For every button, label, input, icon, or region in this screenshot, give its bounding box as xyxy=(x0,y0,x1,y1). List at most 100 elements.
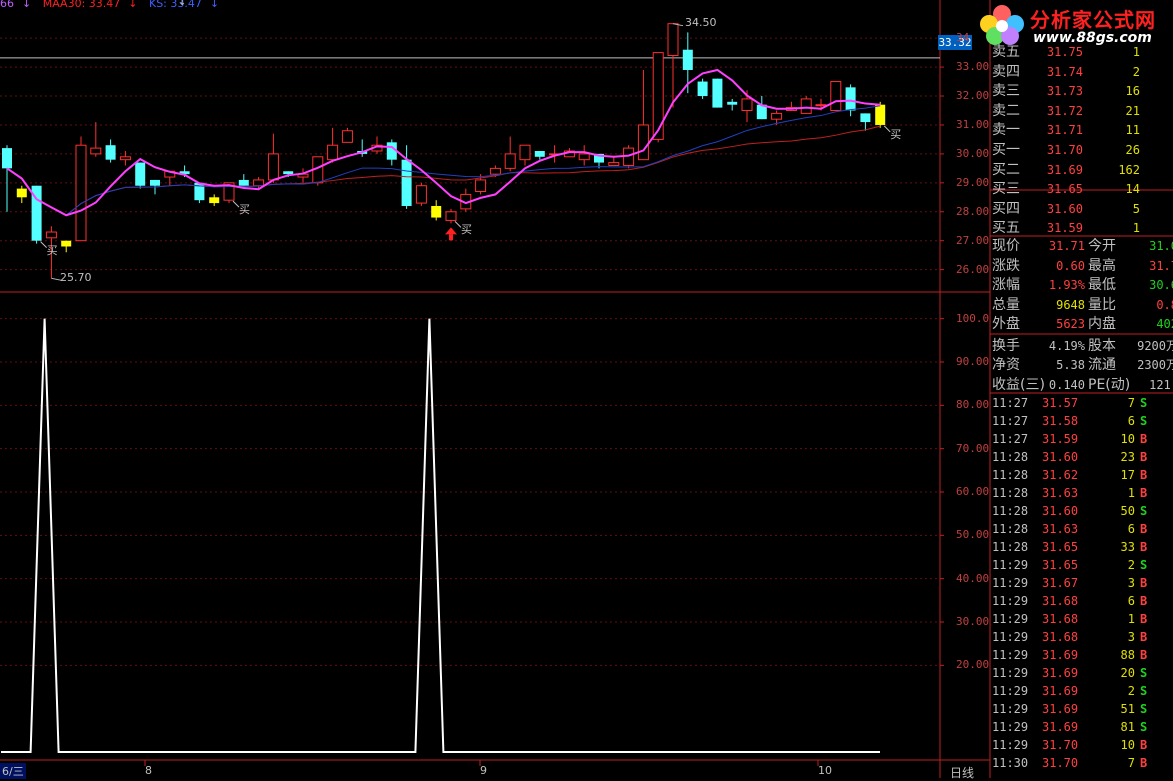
ob-label: 买三 xyxy=(992,181,1020,197)
trade-tick-row: 11:28 31.60 50 S xyxy=(990,502,1173,520)
period-daily-button[interactable]: 日线 xyxy=(950,764,974,781)
candle-body xyxy=(253,179,265,187)
trade-price: 31.65 xyxy=(1042,558,1079,572)
indicator-axis-label: 90.00 xyxy=(956,355,990,368)
ob-price: 31.73 xyxy=(1046,84,1083,98)
trade-volume: 6 xyxy=(1127,522,1135,536)
trade-time: 11:29 xyxy=(992,630,1029,644)
candle-body xyxy=(771,112,783,120)
trade-time: 11:29 xyxy=(992,720,1029,734)
legend-arrow-3: ↓ xyxy=(209,0,220,10)
buy-level-row[interactable]: 买三 31.65 14 xyxy=(990,180,1173,199)
trade-time: 11:29 xyxy=(992,648,1029,662)
sell-level-row[interactable]: 卖三 31.73 16 xyxy=(990,82,1173,101)
candle-body xyxy=(283,171,294,175)
candle-body xyxy=(415,185,427,204)
candle-body xyxy=(341,130,353,143)
buy-level-row[interactable]: 买二 31.69 162 xyxy=(990,161,1173,180)
stat-value: 2300万 xyxy=(1137,358,1173,372)
buy-signal-label: 买 xyxy=(461,223,472,237)
sell-level-row[interactable]: 卖四 31.74 2 xyxy=(990,63,1173,82)
ob-label: 买五 xyxy=(992,220,1020,236)
stat-value: 0.140 xyxy=(1048,377,1085,392)
indicator-axis-label: 40.00 xyxy=(956,571,990,585)
ma-fast-line xyxy=(6,68,881,217)
trade-price: 31.69 xyxy=(1042,684,1079,698)
candle-body xyxy=(697,81,708,97)
candle-body xyxy=(578,153,590,161)
candle-body xyxy=(652,52,664,140)
trade-tick-row: 11:28 31.63 6 B xyxy=(990,520,1173,538)
trade-time: 11:28 xyxy=(992,522,1029,536)
legend-arrow-2: ↓ xyxy=(128,0,138,10)
trade-time: 11:29 xyxy=(992,612,1029,626)
candle-body xyxy=(238,179,249,186)
trade-price: 31.69 xyxy=(1042,702,1079,716)
trade-volume: 1 xyxy=(1127,486,1135,500)
ob-label: 卖五 xyxy=(992,44,1020,60)
trade-price: 31.63 xyxy=(1042,522,1079,536)
trade-side: B xyxy=(1140,630,1148,644)
ob-volume: 21 xyxy=(1125,103,1140,118)
trade-price: 31.68 xyxy=(1042,630,1079,644)
candle-body xyxy=(401,159,412,206)
logo-title: 分析家公式网 xyxy=(1030,8,1156,32)
price-axis-label: 27.00 xyxy=(956,233,990,247)
red-arrow-icon xyxy=(445,227,457,235)
trade-tick-row: 11:30 31.70 7 B xyxy=(990,754,1173,772)
candle-body xyxy=(489,167,501,175)
trade-side: S xyxy=(1140,702,1148,716)
trade-time: 11:29 xyxy=(992,558,1029,572)
stat-label: 外盘 xyxy=(992,316,1020,332)
buy-level-row[interactable]: 买五 31.59 1 xyxy=(990,219,1173,238)
sell-level-row[interactable]: 卖一 31.71 11 xyxy=(990,121,1173,140)
trade-side: B xyxy=(1140,540,1148,554)
indicator-axis-label: 30.00 xyxy=(956,615,990,628)
stat-label: 现价 xyxy=(992,238,1020,254)
trade-time: 11:29 xyxy=(992,594,1029,608)
trade-tick-row: 11:27 31.59 10 B xyxy=(990,430,1173,448)
sell-level-row[interactable]: 卖二 31.72 21 xyxy=(990,102,1173,121)
trade-tick-row: 11:28 31.63 1 B xyxy=(990,484,1173,502)
ob-volume: 1 xyxy=(1132,45,1140,59)
trade-tick-row: 11:29 31.67 3 B xyxy=(990,574,1173,592)
trade-price: 31.62 xyxy=(1042,468,1079,482)
indicator-axis-label: 70.00 xyxy=(956,441,990,455)
sell-level-row[interactable]: 卖五 31.75 1 xyxy=(990,43,1173,62)
high-price-label: 34.50 xyxy=(685,16,717,29)
trade-tick-row: 11:29 31.68 3 B xyxy=(990,628,1173,646)
trade-volume: 2 xyxy=(1127,684,1135,698)
candle-body xyxy=(860,113,871,123)
trade-volume: 88 xyxy=(1120,648,1135,662)
stat-row: 现价 31.71今开 31.0 xyxy=(990,237,1173,256)
trade-time: 11:27 xyxy=(992,432,1029,446)
ob-price: 31.74 xyxy=(1046,64,1083,79)
trade-time: 11:28 xyxy=(992,504,1029,518)
trade-price: 31.57 xyxy=(1042,396,1079,410)
flower-logo-icon xyxy=(980,5,1024,45)
trade-volume: 7 xyxy=(1127,396,1135,410)
stat-label: 最低 xyxy=(1088,277,1116,293)
candle-body xyxy=(608,162,620,166)
scroll-down-icon[interactable]: ↓ xyxy=(178,0,186,8)
ob-price: 31.60 xyxy=(1046,201,1083,216)
indicator-axis-label: 50.00 xyxy=(956,528,990,542)
stat-value: 9648 xyxy=(1056,297,1085,312)
indicator-axis-label: 80.00 xyxy=(956,398,990,412)
trade-price: 31.58 xyxy=(1042,414,1079,428)
buy-level-row[interactable]: 买四 31.60 5 xyxy=(990,200,1173,219)
stat-label: 今开 xyxy=(1088,238,1116,254)
candle-body xyxy=(61,240,72,247)
candle-body xyxy=(119,156,131,161)
ob-label: 买四 xyxy=(992,200,1020,217)
buy-level-row[interactable]: 买一 31.70 26 xyxy=(990,141,1173,160)
trade-tick-row: 11:29 31.68 6 B xyxy=(990,592,1173,610)
ob-volume: 5 xyxy=(1132,201,1140,216)
trade-price: 31.60 xyxy=(1042,450,1079,464)
trade-side: S xyxy=(1140,558,1148,572)
trade-volume: 2 xyxy=(1127,558,1135,572)
trade-volume: 6 xyxy=(1127,594,1135,608)
stat-label: 量比 xyxy=(1088,296,1116,313)
stat-label: 总量 xyxy=(992,296,1020,313)
candle-body xyxy=(209,197,220,204)
